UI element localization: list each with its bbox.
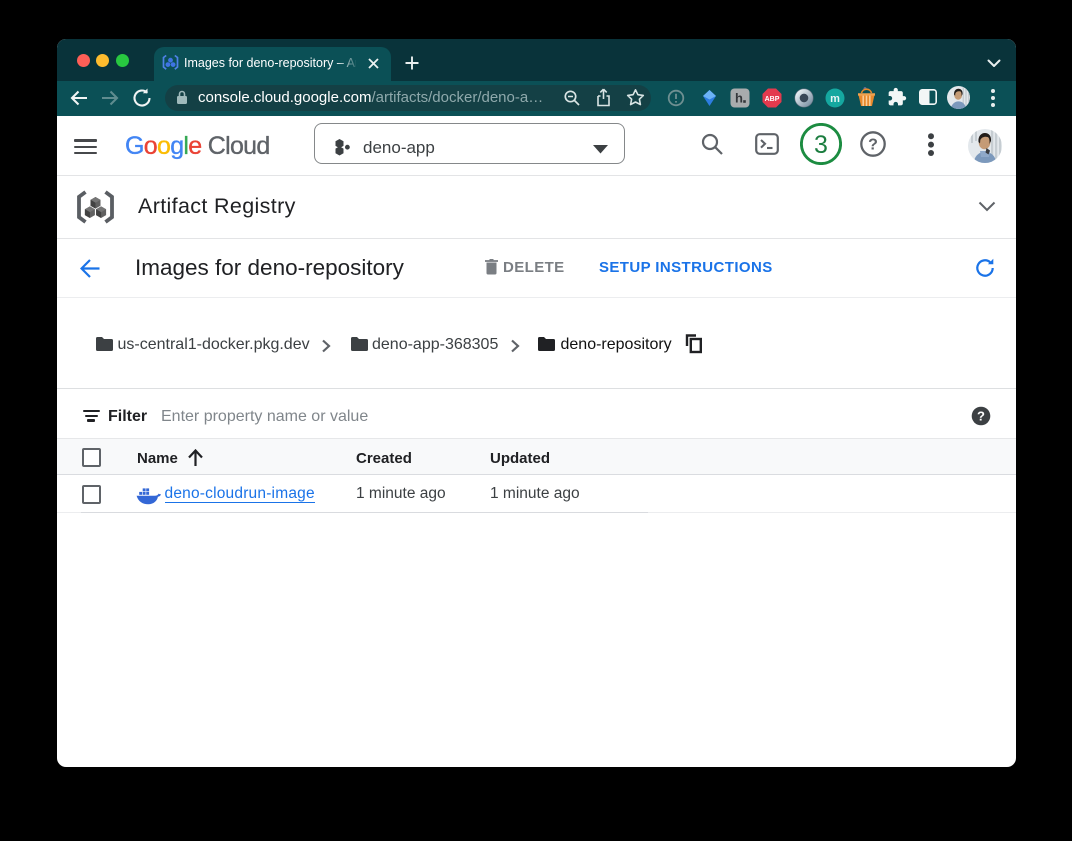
svg-text:h: h [735, 91, 743, 106]
svg-text:?: ? [868, 137, 878, 154]
svg-text:ABP: ABP [765, 96, 780, 103]
svg-text:m: m [830, 93, 840, 105]
svg-text:3: 3 [814, 131, 828, 159]
svg-text:?: ? [977, 408, 985, 423]
